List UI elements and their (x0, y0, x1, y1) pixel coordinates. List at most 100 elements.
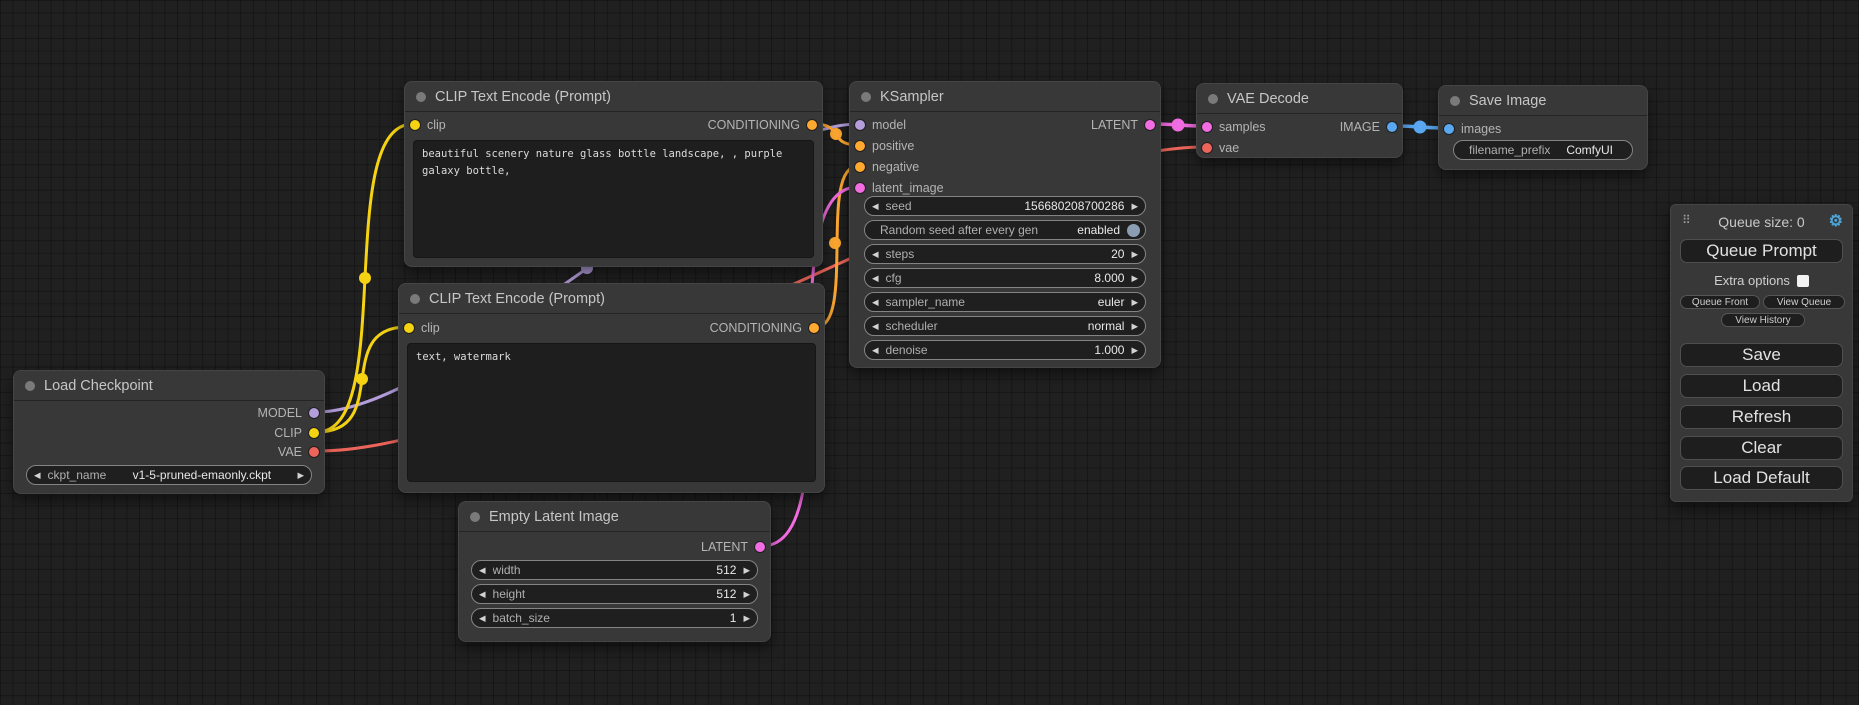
decrement-arrow-icon[interactable]: ◀ (872, 346, 879, 355)
node-graph-canvas[interactable]: Load Checkpoint MODEL CLIP VAE ◀ ckpt_na… (0, 0, 1859, 705)
image-output-port[interactable] (1387, 122, 1397, 132)
queue-front-button[interactable]: Queue Front (1680, 295, 1760, 309)
queue-prompt-button[interactable]: Queue Prompt (1680, 239, 1843, 263)
node-empty-latent-image[interactable]: Empty Latent Image LATENT ◀ width 512 ▶ … (458, 501, 771, 642)
widget-label: filename_prefix (1461, 143, 1550, 157)
decrement-arrow-icon[interactable]: ◀ (872, 250, 879, 259)
widget-label: cfg (886, 271, 902, 285)
load-default-button[interactable]: Load Default (1680, 466, 1843, 490)
increment-arrow-icon[interactable]: ▶ (1131, 250, 1138, 259)
prompt-text-input[interactable]: beautiful scenery nature glass bottle la… (413, 140, 814, 258)
clear-button[interactable]: Clear (1680, 436, 1843, 460)
save-button[interactable]: Save (1680, 343, 1843, 367)
batch-size-widget[interactable]: ◀ batch_size 1 ▶ (471, 608, 758, 628)
height-widget[interactable]: ◀ height 512 ▶ (471, 584, 758, 604)
node-ksampler[interactable]: KSampler model positive negative latent_… (849, 81, 1161, 368)
model-input-port[interactable] (855, 120, 865, 130)
scheduler-widget[interactable]: ◀ scheduler normal ▶ (864, 316, 1146, 336)
output-label: IMAGE (1340, 120, 1380, 134)
extra-options-checkbox[interactable] (1797, 275, 1809, 287)
negative-input-port[interactable] (855, 162, 865, 172)
node-title-bar[interactable]: KSampler (850, 82, 1160, 112)
link-midpoint-dot (830, 128, 842, 140)
refresh-button[interactable]: Refresh (1680, 405, 1843, 429)
node-title-bar[interactable]: VAE Decode (1197, 84, 1402, 114)
node-vae-decode[interactable]: VAE Decode samples vae IMAGE (1196, 83, 1403, 158)
conditioning-output-port[interactable] (809, 323, 819, 333)
increment-arrow-icon[interactable]: ▶ (1131, 202, 1138, 211)
widget-value: 1 (730, 611, 737, 625)
collapse-dot-icon[interactable] (416, 92, 426, 102)
increment-arrow-icon[interactable]: ▶ (1131, 298, 1138, 307)
model-output-port[interactable] (309, 408, 319, 418)
seed-widget[interactable]: ◀ seed 156680208700286 ▶ (864, 196, 1146, 216)
decrement-arrow-icon[interactable]: ◀ (872, 298, 879, 307)
view-history-button[interactable]: View History (1721, 313, 1805, 327)
node-load-checkpoint[interactable]: Load Checkpoint MODEL CLIP VAE ◀ ckpt_na… (13, 370, 325, 494)
denoise-widget[interactable]: ◀ denoise 1.000 ▶ (864, 340, 1146, 360)
collapse-dot-icon[interactable] (1450, 96, 1460, 106)
increment-arrow-icon[interactable]: ▶ (297, 471, 304, 480)
output-label: LATENT (1091, 118, 1138, 132)
toggle-circle-icon[interactable] (1127, 224, 1140, 237)
conditioning-output-port[interactable] (807, 120, 817, 130)
increment-arrow-icon[interactable]: ▶ (743, 614, 750, 623)
node-title-bar[interactable]: Save Image (1439, 86, 1647, 116)
widget-label: width (493, 563, 521, 577)
decrement-arrow-icon[interactable]: ◀ (479, 614, 486, 623)
node-title-bar[interactable]: CLIP Text Encode (Prompt) (405, 82, 822, 112)
load-button[interactable]: Load (1680, 374, 1843, 398)
prompt-text-input[interactable]: text, watermark (407, 343, 816, 482)
decrement-arrow-icon[interactable]: ◀ (872, 274, 879, 283)
collapse-dot-icon[interactable] (25, 381, 35, 391)
vae-input-port[interactable] (1202, 143, 1212, 153)
collapse-dot-icon[interactable] (1208, 94, 1218, 104)
steps-widget[interactable]: ◀ steps 20 ▶ (864, 244, 1146, 264)
increment-arrow-icon[interactable]: ▶ (743, 590, 750, 599)
latent-output-port[interactable] (1145, 120, 1155, 130)
increment-arrow-icon[interactable]: ▶ (1131, 322, 1138, 331)
widget-value: euler (1098, 295, 1125, 309)
vae-output-port[interactable] (309, 447, 319, 457)
widget-label: scheduler (886, 319, 938, 333)
latent-image-input-port[interactable] (855, 183, 865, 193)
sampler-name-widget[interactable]: ◀ sampler_name euler ▶ (864, 292, 1146, 312)
ckpt-name-widget[interactable]: ◀ ckpt_name v1-5-pruned-emaonly.ckpt ▶ (26, 465, 312, 485)
clip-input-port[interactable] (404, 323, 414, 333)
increment-arrow-icon[interactable]: ▶ (743, 566, 750, 575)
input-label: positive (872, 139, 914, 153)
node-clip-text-encode-positive[interactable]: CLIP Text Encode (Prompt) clip CONDITION… (404, 81, 823, 267)
decrement-arrow-icon[interactable]: ◀ (872, 322, 879, 331)
node-title-bar[interactable]: CLIP Text Encode (Prompt) (399, 284, 824, 314)
collapse-dot-icon[interactable] (410, 294, 420, 304)
collapse-dot-icon[interactable] (470, 512, 480, 522)
clip-output-port[interactable] (309, 428, 319, 438)
latent-output-port[interactable] (755, 542, 765, 552)
queue-panel[interactable]: ⠿ Queue size: 0 ⚙ Queue Prompt Extra opt… (1670, 204, 1853, 502)
increment-arrow-icon[interactable]: ▶ (1131, 274, 1138, 283)
node-title-bar[interactable]: Empty Latent Image (459, 502, 770, 532)
decrement-arrow-icon[interactable]: ◀ (479, 590, 486, 599)
collapse-dot-icon[interactable] (861, 92, 871, 102)
filename-prefix-widget[interactable]: filename_prefix ComfyUI (1453, 140, 1633, 160)
settings-gear-icon[interactable]: ⚙ (1829, 211, 1843, 231)
random-seed-toggle-widget[interactable]: Random seed after every gen enabled (864, 220, 1146, 240)
input-label: latent_image (872, 181, 944, 195)
node-clip-text-encode-negative[interactable]: CLIP Text Encode (Prompt) clip CONDITION… (398, 283, 825, 493)
samples-input-port[interactable] (1202, 122, 1212, 132)
decrement-arrow-icon[interactable]: ◀ (34, 471, 41, 480)
node-save-image[interactable]: Save Image images filename_prefix ComfyU… (1438, 85, 1648, 170)
positive-input-port[interactable] (855, 141, 865, 151)
cfg-widget[interactable]: ◀ cfg 8.000 ▶ (864, 268, 1146, 288)
clip-input-port[interactable] (410, 120, 420, 130)
increment-arrow-icon[interactable]: ▶ (1131, 346, 1138, 355)
view-queue-button[interactable]: View Queue (1763, 295, 1845, 309)
node-title: CLIP Text Encode (Prompt) (429, 291, 605, 307)
widget-value: v1-5-pruned-emaonly.ckpt (133, 468, 272, 482)
decrement-arrow-icon[interactable]: ◀ (479, 566, 486, 575)
images-input-port[interactable] (1444, 124, 1454, 134)
width-widget[interactable]: ◀ width 512 ▶ (471, 560, 758, 580)
extra-options-label: Extra options (1714, 273, 1790, 288)
node-title-bar[interactable]: Load Checkpoint (14, 371, 324, 401)
decrement-arrow-icon[interactable]: ◀ (872, 202, 879, 211)
